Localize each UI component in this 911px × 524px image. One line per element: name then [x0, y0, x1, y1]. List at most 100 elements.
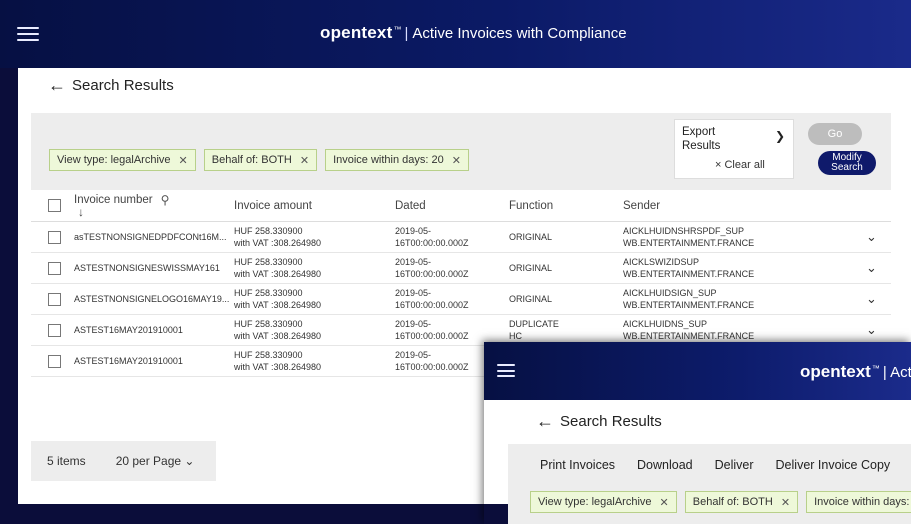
date-part: 2019-05- — [395, 319, 432, 329]
close-icon[interactable]: ✕ — [452, 154, 461, 167]
brand-logo: opentext — [800, 362, 871, 381]
function-value: DUPLICATE — [509, 319, 559, 329]
invoice-amount: HUF 258.330900 with VAT :308.264980 — [234, 222, 321, 252]
filter-area: View type: legalArchive ✕ Behalf of: BOT… — [31, 113, 891, 190]
dated: 2019-05- 16T00:00:00.000Z — [395, 222, 469, 252]
table-header: Invoice number ⚲ ↓ Invoice amount Dated F… — [31, 190, 891, 222]
chevron-down-icon[interactable]: ⌄ — [866, 253, 877, 283]
header-dated[interactable]: Dated — [395, 190, 426, 221]
amount: HUF 258.330900 — [234, 226, 303, 236]
download-button[interactable]: Download — [637, 458, 693, 472]
row-checkbox[interactable] — [48, 323, 61, 337]
modify-search-button[interactable]: Modify Search — [818, 151, 876, 175]
search-icon[interactable]: ⚲ — [161, 194, 170, 206]
row-checkbox[interactable] — [48, 230, 61, 244]
select-all-checkbox[interactable] — [48, 199, 61, 212]
chevron-down-icon: ⌄ — [184, 454, 195, 468]
header-checkbox-cell — [48, 190, 61, 221]
overlay-brand: opentext™| Activ — [800, 362, 911, 382]
function-value: ORIGINAL — [509, 263, 553, 273]
menu-icon[interactable] — [497, 364, 515, 377]
deliver-button[interactable]: Deliver — [715, 458, 754, 472]
sender-id: AICKLHUIDNSHRSPDF_SUP — [623, 226, 745, 236]
row-checkbox-cell — [48, 284, 61, 314]
sort-down-icon[interactable]: ↓ — [78, 206, 84, 218]
overlay-window: opentext™| Activ ← Search Results Print … — [484, 342, 911, 524]
close-icon[interactable]: ✕ — [781, 496, 790, 509]
time-part: 16T00:00:00.000Z — [395, 362, 469, 372]
back-arrow-icon[interactable]: ← — [48, 76, 66, 94]
dated: 2019-05- 16T00:00:00.000Z — [395, 284, 469, 314]
sender: AICKLHUIDNSHRSPDF_SUP WB.ENTERTAINMENT.FR… — [623, 222, 754, 252]
overlay-panel: ← Search Results Print Invoices Download… — [508, 400, 911, 524]
sender-name: WB.ENTERTAINMENT.FRANCE — [623, 238, 755, 248]
invoice-amount: HUF 258.330900 with VAT :308.264980 — [234, 346, 321, 376]
header-invoice-amount[interactable]: Invoice amount — [234, 190, 312, 221]
per-page-label: 20 per Page — [115, 454, 182, 468]
invoice-number[interactable]: asTESTNONSIGNEDPDFCONt16M... — [74, 222, 227, 252]
back-link[interactable]: ← Search Results — [48, 76, 174, 94]
row-checkbox-cell — [48, 222, 61, 252]
app-title-partial: Activ — [890, 364, 911, 381]
chevron-down-icon[interactable]: ⌄ — [866, 222, 877, 252]
filter-chip-within-days: Invoice within days: 20 — [806, 491, 911, 513]
page-title: Search Results — [72, 76, 174, 94]
filter-chip-view-type: View type: legalArchive ✕ — [49, 149, 196, 171]
per-page-select[interactable]: 20 per Page ⌄ — [116, 454, 195, 468]
app-title: Active Invoices with Compliance — [412, 25, 627, 42]
dated: 2019-05- 16T00:00:00.000Z — [395, 315, 469, 345]
chip-label: Behalf of: BOTH — [211, 154, 292, 166]
filter-chip-view-type: View type: legalArchive ✕ — [530, 491, 677, 513]
header-sender[interactable]: Sender — [623, 190, 660, 221]
row-checkbox[interactable] — [48, 354, 61, 368]
amount: HUF 258.330900 — [234, 350, 303, 360]
chevron-down-icon[interactable]: ⌄ — [866, 315, 877, 345]
table-row[interactable]: ASTESTNONSIGNESWISSMAY161 HUF 258.330900… — [31, 253, 891, 284]
back-arrow-icon[interactable]: ← — [536, 412, 554, 430]
sender-id: AICKLSWIZIDSUP — [623, 257, 700, 267]
amount: HUF 258.330900 — [234, 257, 303, 267]
chip-label: View type: legalArchive — [57, 154, 171, 166]
chip-label: View type: legalArchive — [538, 496, 652, 508]
invoice-number[interactable]: ASTESTNONSIGNESWISSMAY161 — [74, 253, 220, 283]
go-button[interactable]: Go — [808, 123, 862, 145]
menu-icon[interactable] — [17, 27, 39, 41]
function-value-2: HC — [509, 331, 522, 341]
time-part: 16T00:00:00.000Z — [395, 300, 469, 310]
date-part: 2019-05- — [395, 288, 432, 298]
sender-name: WB.ENTERTAINMENT.FRANCE — [623, 300, 755, 310]
table-row[interactable]: asTESTNONSIGNEDPDFCONt16M... HUF 258.330… — [31, 222, 891, 253]
export-results-dropdown[interactable]: Export Results ❯ × Clear all — [674, 119, 794, 179]
table-row[interactable]: ASTESTNONSIGNELOGO16MAY19... HUF 258.330… — [31, 284, 891, 315]
filter-chips: View type: legalArchive ✕ Behalf of: BOT… — [530, 491, 911, 513]
action-buttons: Print Invoices Download Deliver Deliver … — [540, 458, 890, 472]
filter-chip-within-days: Invoice within days: 20 ✕ — [325, 149, 469, 171]
invoice-number[interactable]: ASTESTNONSIGNELOGO16MAY19... — [74, 284, 229, 314]
trademark: ™ — [871, 364, 880, 373]
close-icon[interactable]: ✕ — [300, 154, 309, 167]
invoice-number[interactable]: ASTEST16MAY201910001 — [74, 346, 183, 376]
row-checkbox[interactable] — [48, 292, 61, 306]
sender: AICKLHUIDSIGN_SUP WB.ENTERTAINMENT.FRANCE — [623, 284, 754, 314]
dated: 2019-05- 16T00:00:00.000Z — [395, 346, 469, 376]
overlay-top-bar: opentext™| Activ — [484, 342, 911, 400]
chevron-down-icon[interactable]: ⌄ — [866, 284, 877, 314]
invoice-amount: HUF 258.330900 with VAT :308.264980 — [234, 284, 321, 314]
chevron-down-icon: ❯ — [774, 129, 785, 143]
function: ORIGINAL — [509, 253, 552, 283]
filter-chip-behalf-of: Behalf of: BOTH ✕ — [684, 491, 799, 513]
date-part: 2019-05- — [395, 257, 432, 267]
deliver-invoice-copy-button[interactable]: Deliver Invoice Copy — [776, 458, 891, 472]
header-function[interactable]: Function — [509, 190, 553, 221]
close-icon[interactable]: ✕ — [660, 496, 669, 509]
print-invoices-button[interactable]: Print Invoices — [540, 458, 615, 472]
brand-separator: | — [404, 25, 409, 42]
invoice-number[interactable]: ASTEST16MAY201910001 — [74, 315, 183, 345]
clear-all-link[interactable]: × Clear all — [715, 159, 765, 171]
action-bar: Print Invoices Download Deliver Deliver … — [508, 444, 911, 524]
header-invoice-number[interactable]: Invoice number ⚲ ↓ — [74, 190, 169, 221]
row-checkbox[interactable] — [48, 261, 61, 275]
close-icon[interactable]: ✕ — [179, 154, 188, 167]
back-link[interactable]: ← Search Results — [536, 412, 662, 430]
pagination-bar: 5 items 20 per Page ⌄ — [31, 441, 216, 481]
